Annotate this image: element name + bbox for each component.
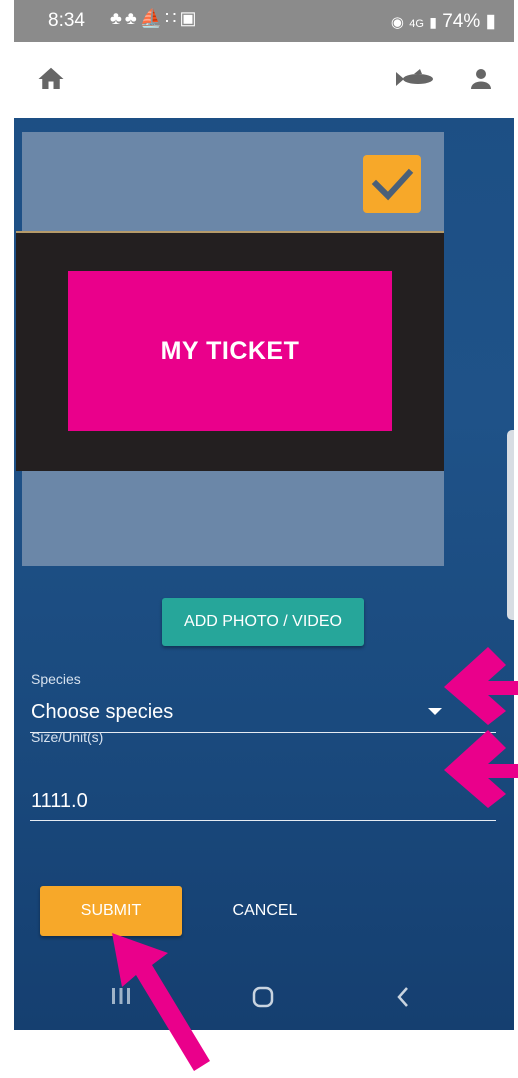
ticket-label: MY TICKET [68,271,392,431]
battery-percent: 74% [442,11,481,32]
status-time: 8:34 [48,10,85,31]
dots-icon: ∷ [165,8,180,28]
annotation-arrow-species [444,647,518,725]
notification-icons: ♣♣⛵∷▣ [110,8,200,29]
image-icon: ▣ [179,8,200,28]
snapchat-icon: ♣ [124,8,140,28]
add-photo-video-button[interactable]: ADD PHOTO / VIDEO [162,598,364,646]
size-label: Size/Unit(s) [31,729,104,745]
phone-screen: 8:34 ♣♣⛵∷▣ ◉ 4G ▮ 74% ▮ MY TICKET ADD PH… [14,0,514,1030]
user-icon[interactable] [466,64,496,94]
annotation-arrow-size [444,730,518,808]
app-bar [14,42,514,118]
snapchat-icon: ♣ [110,8,125,28]
status-right: ◉ 4G ▮ 74% ▮ [391,10,496,33]
home-icon[interactable] [36,64,66,94]
species-select[interactable]: Choose species [31,701,173,724]
battery-icon: ▮ [485,11,496,32]
sailboat-icon: ⛵ [139,8,166,28]
photo-select-checkbox[interactable] [363,155,421,213]
wifi-icon: ◉ [390,14,404,31]
back-icon[interactable] [396,986,410,1008]
cancel-button[interactable]: CANCEL [210,886,320,936]
network-type: 4G [409,18,424,30]
species-label: Species [31,671,81,687]
status-bar: 8:34 ♣♣⛵∷▣ ◉ 4G ▮ 74% ▮ [14,0,514,42]
check-icon [371,168,414,201]
size-input[interactable]: 1111.0 [31,790,88,813]
system-nav-bar [14,968,514,1030]
annotation-arrow-submit [112,933,210,1071]
nav-home-icon[interactable] [252,986,274,1008]
fish-icon[interactable] [394,68,434,90]
scrollbar-handle[interactable] [507,430,514,620]
size-underline [30,820,496,821]
signal-icon: ▮ [429,14,437,30]
